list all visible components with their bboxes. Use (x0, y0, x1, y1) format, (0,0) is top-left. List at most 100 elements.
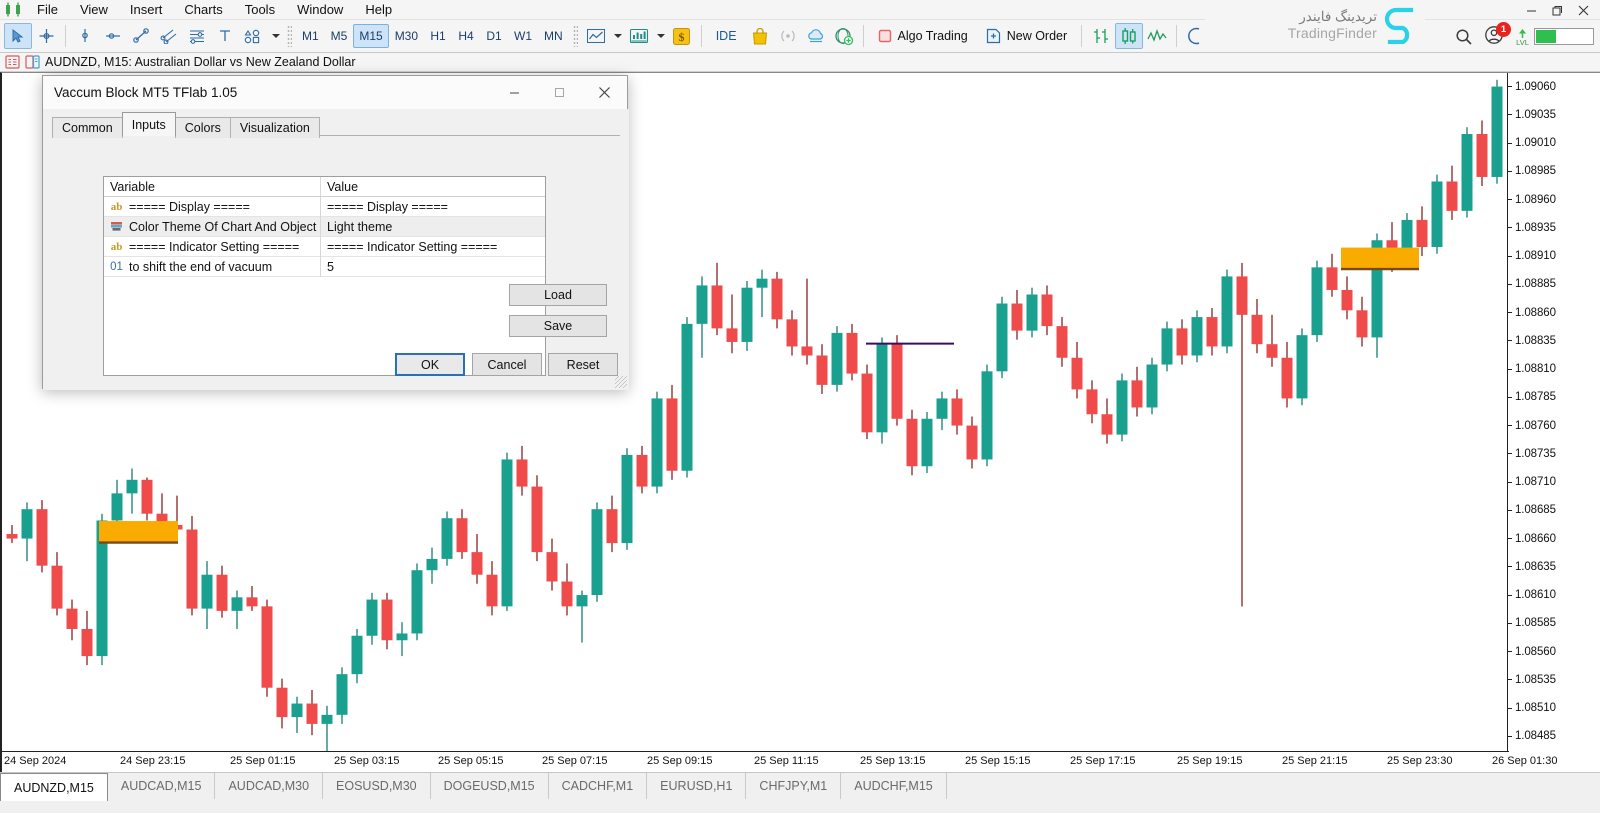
cursor-tool-button[interactable] (4, 23, 32, 49)
toolbar-grip[interactable] (287, 25, 292, 47)
line-chart-button[interactable] (582, 23, 610, 49)
chart-tab-chfjpy-m1[interactable]: CHFJPY,M1 (746, 773, 841, 799)
templates-button[interactable] (625, 23, 653, 49)
dialog-maximize-button[interactable] (537, 76, 582, 109)
navigator-icon[interactable] (25, 55, 40, 69)
market-button[interactable] (746, 23, 774, 49)
shapes-tool-button[interactable] (239, 23, 267, 49)
line-series-button[interactable] (1143, 23, 1171, 49)
timeframe-m30-button[interactable]: M30 (389, 24, 424, 48)
chart-title-text: AUDNZD, M15: Australian Dollar vs New Ze… (45, 55, 356, 69)
restore-window-button[interactable] (1544, 0, 1570, 20)
tab-common[interactable]: Common (52, 117, 123, 138)
indicator-properties-dialog[interactable]: Vaccum Block MT5 TFlab 1.05 Common Input… (42, 75, 628, 389)
menu-tools[interactable]: Tools (234, 0, 286, 20)
price-axis[interactable]: 1.090601.090351.090101.089851.089601.089… (1507, 73, 1600, 773)
templates-dropdown-button[interactable] (653, 23, 668, 49)
price-tick-label: 1.09060 (1515, 81, 1556, 93)
toolbar-grip-2[interactable] (573, 25, 578, 47)
vertical-line-tool-button[interactable] (71, 23, 99, 49)
tab-visualization[interactable]: Visualization (230, 117, 320, 138)
shapes-dropdown-button[interactable] (267, 23, 283, 49)
line-chart-dropdown-button[interactable] (610, 23, 625, 49)
chart-tab-audnzd-m15[interactable]: AUDNZD,M15 (0, 773, 108, 801)
chart-tab-eosusd-m30[interactable]: EOSUSD,M30 (323, 773, 431, 799)
vacuum-block-zone-2[interactable] (1341, 248, 1419, 269)
input-row-shift-end-of-vacuum[interactable]: 01 to shift the end of vacuum 5 (104, 257, 545, 277)
cancel-button[interactable]: Cancel (472, 353, 542, 376)
candlestick (577, 591, 588, 643)
candlestick (1042, 285, 1053, 335)
equidistant-channel-tool-button[interactable] (155, 23, 183, 49)
cloud-button[interactable] (802, 23, 830, 49)
chevron-down-icon (614, 34, 622, 38)
currency-button[interactable]: $ (668, 23, 696, 49)
dialog-resize-grip[interactable] (615, 376, 627, 388)
notifications-button[interactable]: 1 (1484, 25, 1508, 49)
input-value-cell[interactable]: 5 (321, 257, 545, 277)
chevron-down-icon (657, 34, 665, 38)
candlestick-chart-button[interactable] (1115, 23, 1143, 49)
trendline-tool-button[interactable] (127, 23, 155, 49)
candlestick (202, 561, 213, 629)
crosshair-tool-button[interactable] (32, 23, 60, 49)
timeframe-h1-button[interactable]: H1 (424, 24, 452, 48)
ok-button[interactable]: OK (395, 353, 465, 376)
candlestick (52, 552, 63, 615)
tab-inputs[interactable]: Inputs (122, 112, 176, 136)
bar-chart-button[interactable] (1087, 23, 1115, 49)
chart-tab-eurusd-h1[interactable]: EURUSD,H1 (647, 773, 746, 799)
timeframe-h4-button[interactable]: H4 (452, 24, 480, 48)
dialog-minimize-button[interactable] (492, 76, 537, 109)
menu-help[interactable]: Help (354, 0, 403, 20)
signals-button[interactable] (774, 23, 802, 49)
input-row-display-separator[interactable]: ab ===== Display ===== ===== Display ===… (104, 197, 545, 217)
chart-tab-audcad-m15[interactable]: AUDCAD,M15 (108, 773, 216, 799)
input-value-cell[interactable]: ===== Display ===== (321, 197, 545, 217)
chart-tab-dogeusd-m15[interactable]: DOGEUSD,M15 (431, 773, 549, 799)
close-window-button[interactable] (1570, 0, 1596, 20)
text-label-tool-button[interactable] (211, 23, 239, 49)
search-button[interactable] (1450, 24, 1478, 50)
save-button[interactable]: Save (509, 315, 607, 337)
candlestick (892, 335, 903, 425)
chart-tab-audchf-m15[interactable]: AUDCHF,M15 (841, 773, 947, 799)
chart-tab-audcad-m30[interactable]: AUDCAD,M30 (215, 773, 323, 799)
chart-tab-cadchf-m1[interactable]: CADCHF,M1 (549, 773, 648, 799)
input-row-indicator-separator[interactable]: ab ===== Indicator Setting ===== ===== I… (104, 237, 545, 257)
dialog-title-bar[interactable]: Vaccum Block MT5 TFlab 1.05 (43, 76, 627, 109)
load-button[interactable]: Load (509, 284, 607, 306)
minimize-window-button[interactable] (1518, 0, 1544, 20)
algo-trading-button[interactable]: Algo Trading (869, 23, 977, 49)
timeframe-m15-button[interactable]: M15 (353, 24, 388, 48)
timeframe-d1-button[interactable]: D1 (480, 24, 508, 48)
input-value-cell[interactable]: ===== Indicator Setting ===== (321, 237, 545, 257)
time-axis[interactable]: 24 Sep 202424 Sep 23:1525 Sep 01:1525 Se… (2, 751, 1509, 772)
new-order-button[interactable]: New Order (977, 23, 1076, 49)
toolbar-right-cluster: 1 LVL (1450, 20, 1594, 53)
timeframe-m5-button[interactable]: M5 (325, 24, 354, 48)
ide-button[interactable]: IDE (707, 23, 746, 49)
input-value-cell[interactable]: Light theme (321, 217, 545, 237)
algo-trading-label: Algo Trading (898, 29, 968, 43)
inputs-grid[interactable]: Variable Value ab ===== Display ===== ==… (103, 176, 546, 376)
add-vps-button[interactable] (830, 23, 858, 49)
tab-colors[interactable]: Colors (175, 117, 231, 138)
timeframe-w1-button[interactable]: W1 (508, 24, 538, 48)
menu-view[interactable]: View (69, 0, 119, 20)
menu-file[interactable]: File (26, 0, 69, 20)
fibonacci-lines-tool-button[interactable] (183, 23, 211, 49)
timeframe-mn-button[interactable]: MN (538, 24, 569, 48)
ide-label: IDE (716, 29, 737, 43)
horizontal-line-tool-button[interactable] (99, 23, 127, 49)
reset-button[interactable]: Reset (548, 353, 618, 376)
input-row-color-theme[interactable]: Color Theme Of Chart And Object Light th… (104, 217, 545, 237)
dialog-close-button[interactable] (582, 76, 627, 109)
menu-charts[interactable]: Charts (173, 0, 233, 20)
vacuum-block-zone-1[interactable] (99, 521, 178, 542)
candlestick (982, 365, 993, 467)
market-watch-icon[interactable] (5, 55, 20, 69)
menu-window[interactable]: Window (286, 0, 354, 20)
timeframe-m1-button[interactable]: M1 (296, 24, 325, 48)
menu-insert[interactable]: Insert (119, 0, 174, 20)
